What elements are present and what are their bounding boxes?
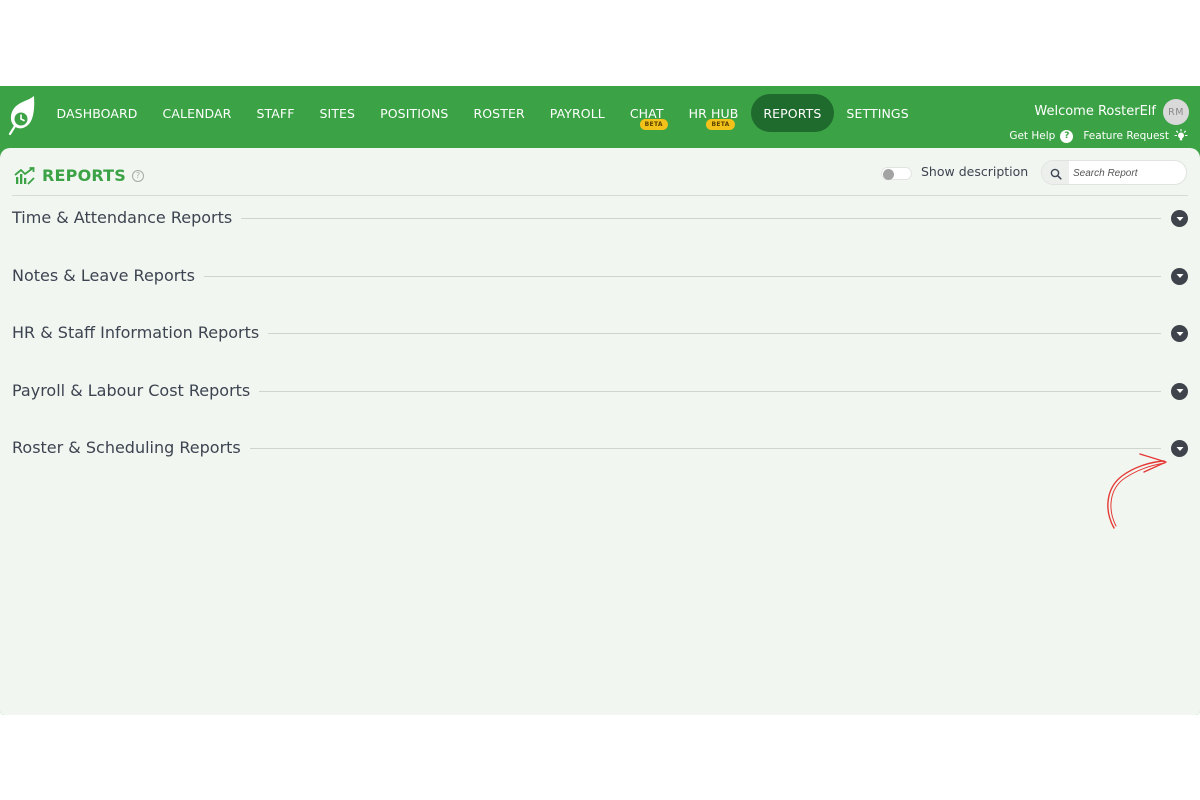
divider	[241, 218, 1161, 219]
search-box	[1041, 160, 1187, 185]
nav-payroll[interactable]: PAYROLL	[537, 94, 617, 132]
nav-roster[interactable]: ROSTER	[461, 94, 537, 132]
chevron-down-circle-icon[interactable]	[1171, 210, 1188, 227]
growth-chart-icon	[14, 166, 35, 185]
reports-panel: REPORTS ? Show description Time & Atten	[0, 148, 1200, 715]
page-header: REPORTS ? Show description	[12, 158, 1188, 196]
nav-settings[interactable]: SETTINGS	[834, 94, 921, 132]
nav-chat[interactable]: CHAT BETA	[617, 94, 676, 132]
nav-label: ROSTER	[473, 105, 525, 121]
search-icon	[1050, 168, 1062, 180]
nav-positions[interactable]: POSITIONS	[368, 94, 461, 132]
section-label: Roster & Scheduling Reports	[12, 438, 241, 457]
nav-label: SITES	[319, 105, 356, 121]
nav-label: STAFF	[256, 105, 295, 121]
search-button[interactable]	[1042, 161, 1069, 184]
nav-hr-hub[interactable]: HR HUB BETA	[676, 94, 751, 132]
divider	[249, 448, 1161, 449]
section-label: HR & Staff Information Reports	[12, 323, 260, 342]
section-time-attendance[interactable]: Time & Attendance Reports	[12, 208, 1188, 266]
nav-label: PAYROLL	[549, 105, 605, 121]
divider	[203, 275, 1161, 277]
show-description-toggle[interactable]	[881, 167, 912, 180]
section-roster-scheduling[interactable]: Roster & Scheduling Reports	[12, 438, 1188, 496]
section-label: Time & Attendance Reports	[12, 208, 233, 227]
beta-badge: BETA	[706, 119, 735, 130]
question-circle-icon: ?	[1060, 129, 1074, 143]
toggle-knob	[883, 169, 894, 180]
nav-dashboard[interactable]: DASHBOARD	[44, 94, 150, 132]
top-navbar: DASHBOARD CALENDAR STAFF SITES POSITIONS…	[0, 86, 1200, 148]
chevron-down-circle-icon[interactable]	[1171, 440, 1188, 457]
section-notes-leave[interactable]: Notes & Leave Reports	[12, 266, 1188, 324]
nav-label: DASHBOARD	[56, 105, 138, 121]
report-sections: Time & Attendance Reports Notes & Leave …	[12, 208, 1188, 496]
chevron-down-circle-icon[interactable]	[1171, 382, 1188, 400]
get-help-label: Get Help	[1009, 130, 1056, 142]
app-shell: DASHBOARD CALENDAR STAFF SITES POSITIONS…	[0, 86, 1200, 715]
section-label: Payroll & Labour Cost Reports	[12, 380, 251, 400]
section-label: Notes & Leave Reports	[12, 265, 195, 285]
help-circle-icon[interactable]: ?	[132, 169, 145, 182]
leaf-clock-logo-icon[interactable]	[7, 94, 37, 138]
divider	[259, 390, 1161, 392]
divider	[268, 333, 1161, 334]
chevron-down-circle-icon[interactable]	[1171, 267, 1188, 285]
nav-label: POSITIONS	[380, 105, 449, 121]
feature-request-label: Feature Request	[1083, 130, 1169, 142]
nav-calendar[interactable]: CALENDAR	[150, 94, 244, 132]
help-links: Get Help ? Feature Request	[1009, 129, 1188, 143]
feature-request-link[interactable]: Feature Request	[1083, 129, 1188, 143]
section-hr-staff[interactable]: HR & Staff Information Reports	[12, 323, 1188, 381]
avatar[interactable]: RM	[1163, 99, 1189, 125]
nav-label: CALENDAR	[162, 105, 232, 121]
welcome-text: Welcome RosterElf	[1034, 104, 1156, 119]
nav-staff[interactable]: STAFF	[244, 94, 307, 132]
section-payroll-labour[interactable]: Payroll & Labour Cost Reports	[12, 381, 1188, 439]
main-nav: DASHBOARD CALENDAR STAFF SITES POSITIONS…	[44, 94, 921, 132]
page-title: REPORTS	[42, 166, 127, 185]
nav-sites[interactable]: SITES	[307, 94, 368, 132]
nav-label: REPORTS	[763, 105, 822, 121]
page-title-group: REPORTS ?	[14, 166, 145, 185]
nav-reports[interactable]: REPORTS	[750, 94, 834, 132]
chevron-down-circle-icon[interactable]	[1171, 325, 1188, 342]
nav-label: SETTINGS	[846, 105, 909, 121]
search-input[interactable]	[1073, 165, 1178, 181]
beta-badge: BETA	[639, 119, 668, 130]
get-help-link[interactable]: Get Help ?	[1009, 129, 1074, 143]
lightbulb-icon	[1174, 129, 1188, 141]
show-description-label: Show description	[921, 164, 1029, 179]
